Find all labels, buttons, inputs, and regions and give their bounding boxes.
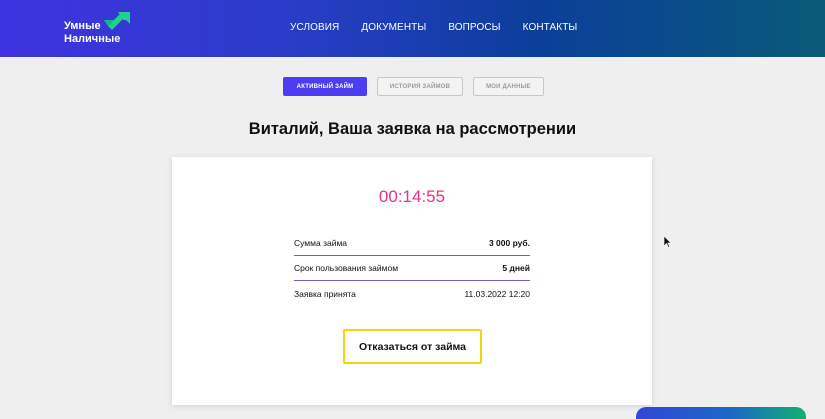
- logo-arrow-icon: [104, 12, 130, 30]
- tab-my-data[interactable]: МОИ ДАННЫЕ: [473, 77, 544, 96]
- nav-item-documents[interactable]: ДОКУМЕНТЫ: [361, 22, 426, 33]
- main-nav: УСЛОВИЯ ДОКУМЕНТЫ ВОПРОСЫ КОНТАКТЫ: [290, 22, 577, 33]
- application-date-label: Заявка принята: [294, 288, 356, 299]
- application-date-row: Заявка принята 11.03.2022 12:20: [294, 281, 530, 306]
- loan-term-row: Срок пользования займом 5 дней: [294, 256, 530, 281]
- tab-active-loan[interactable]: АКТИВНЫЙ ЗАЙМ: [283, 77, 367, 96]
- cancel-loan-button[interactable]: Отказаться от займа: [343, 329, 482, 364]
- loan-amount-row: Сумма займа 3 000 руб.: [294, 231, 530, 256]
- nav-item-conditions[interactable]: УСЛОВИЯ: [290, 22, 339, 33]
- account-tabs: АКТИВНЫЙ ЗАЙМ ИСТОРИЯ ЗАЙМОВ МОИ ДАННЫЕ: [283, 77, 544, 96]
- loan-card: 00:14:55 Сумма займа 3 000 руб. Срок пол…: [172, 157, 652, 405]
- nav-item-questions[interactable]: ВОПРОСЫ: [448, 22, 500, 33]
- application-date-value: 11.03.2022 12:20: [464, 288, 530, 299]
- site-header: Умные Наличные УСЛОВИЯ ДОКУМЕНТЫ ВОПРОСЫ…: [0, 0, 825, 57]
- tab-loan-history[interactable]: ИСТОРИЯ ЗАЙМОВ: [377, 77, 463, 96]
- loan-details: Сумма займа 3 000 руб. Срок пользования …: [294, 231, 530, 306]
- nav-item-contacts[interactable]: КОНТАКТЫ: [523, 22, 578, 33]
- loan-amount-value: 3 000 руб.: [488, 238, 530, 248]
- logo[interactable]: Умные Наличные: [64, 12, 144, 48]
- countdown-timer: 00:14:55: [378, 187, 446, 206]
- loan-term-label: Срок пользования займом: [294, 263, 399, 273]
- chat-widget-tab[interactable]: [636, 407, 806, 419]
- mouse-cursor-icon: [664, 236, 672, 248]
- loan-term-value: 5 дней: [502, 263, 530, 273]
- loan-amount-label: Сумма займа: [294, 238, 348, 248]
- page-title: Виталий, Ваша заявка на рассмотрении: [248, 120, 577, 138]
